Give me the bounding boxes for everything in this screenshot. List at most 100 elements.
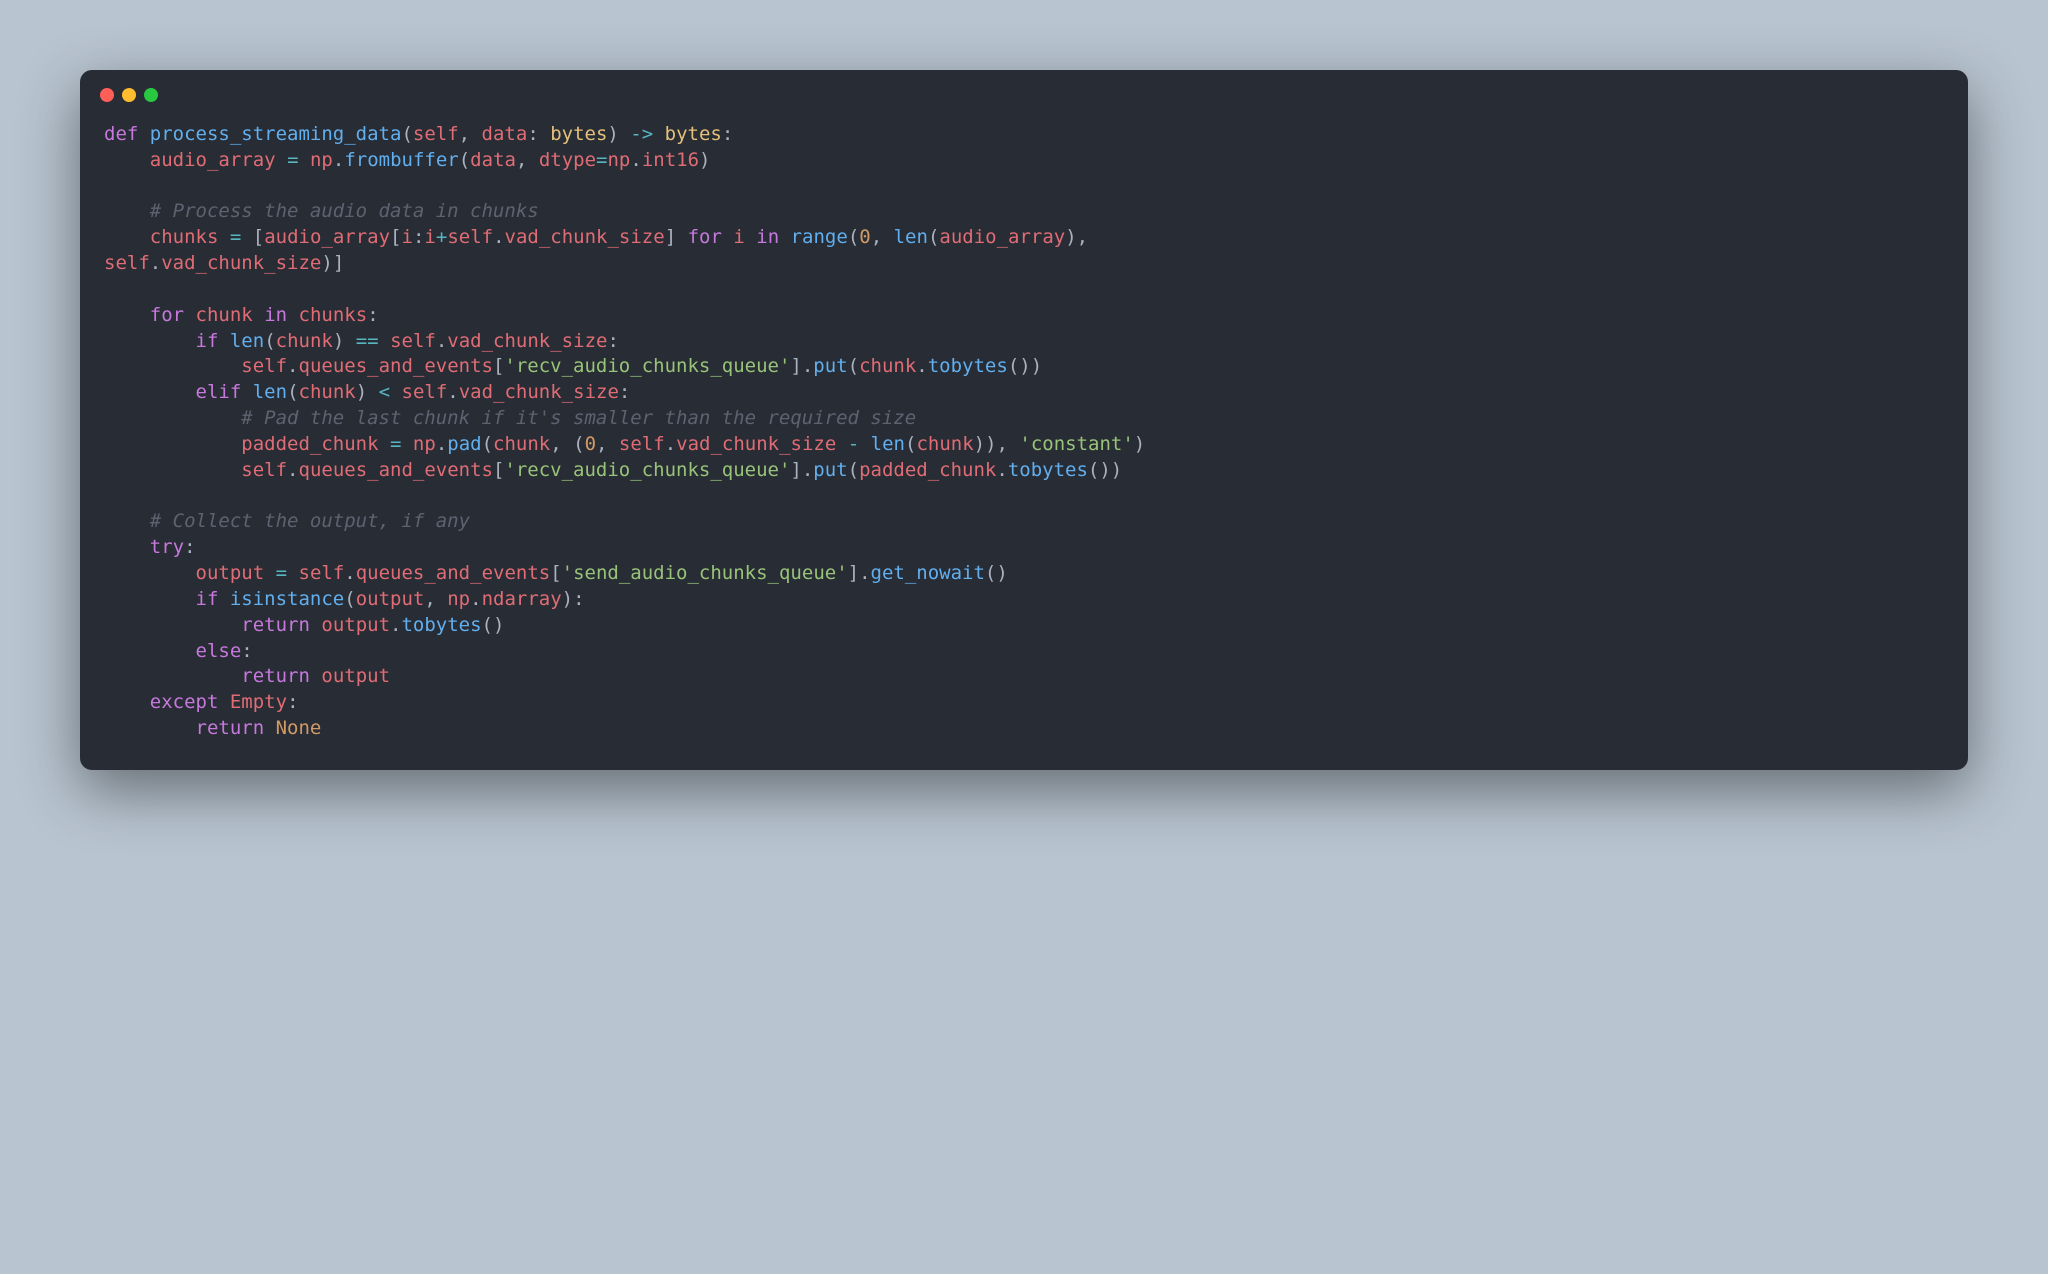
code-token [104,355,241,377]
code-token: frombuffer [344,149,458,171]
code-token: . [996,459,1007,481]
code-token [104,149,150,171]
code-token: 0 [585,433,596,455]
page-background: def process_streaming_data(self, data: b… [0,0,2048,850]
code-token: ( [344,588,355,610]
code-token: ): [562,588,585,610]
code-token: self [402,381,448,403]
code-line: return output [104,665,390,687]
code-token: chunk [299,381,356,403]
code-token: bytes [550,123,607,145]
code-token: elif [196,381,242,403]
code-token: audio_array [150,149,276,171]
code-token: put [813,459,847,481]
code-token: tobytes [928,355,1008,377]
code-token [104,304,150,326]
code-token: . [344,562,355,584]
code-token: np [607,149,630,171]
code-line: padded_chunk = np.pad(chunk, (0, self.va… [104,433,1145,455]
code-token: return [196,717,265,739]
code-token: 'constant' [1019,433,1133,455]
code-token: 'recv_audio_chunks_queue' [504,355,790,377]
code-token [104,200,150,222]
code-token: = [596,149,607,171]
code-token [390,381,401,403]
code-token: self [299,562,345,584]
code-line: if len(chunk) == self.vad_chunk_size: [104,330,619,352]
code-token: [ [493,459,504,481]
code-token: . [916,355,927,377]
code-token: return [241,614,310,636]
code-line: try: [104,536,196,558]
code-token [218,330,229,352]
code-token: data [470,149,516,171]
code-line: elif len(chunk) < self.vad_chunk_size: [104,381,630,403]
code-token: . [436,330,447,352]
code-token: vad_chunk_size [676,433,836,455]
code-token: ]. [790,355,813,377]
code-token: : [607,330,618,352]
code-line: return output.tobytes() [104,614,504,636]
code-token: . [493,226,504,248]
code-line: # Collect the output, if any [104,510,470,532]
code-token: ( [905,433,916,455]
code-token: ( [482,433,493,455]
code-token: i [402,226,413,248]
code-token [745,226,756,248]
code-token: - [848,433,859,455]
code-token: def [104,123,150,145]
code-token: 'recv_audio_chunks_queue' [504,459,790,481]
code-token: queues_and_events [356,562,550,584]
code-token: put [813,355,847,377]
code-token: ( [264,330,275,352]
code-block[interactable]: def process_streaming_data(self, data: b… [80,108,1968,770]
code-token: . [390,614,401,636]
code-line: def process_streaming_data(self, data: b… [104,123,733,145]
code-token [722,226,733,248]
code-token: self [619,433,665,455]
code-token [218,588,229,610]
code-token: , ( [550,433,584,455]
code-token [104,433,241,455]
code-token: self [241,355,287,377]
code-token: len [871,433,905,455]
code-token [184,304,195,326]
code-token: chunk [276,330,333,352]
code-token: queues_and_events [299,355,493,377]
zoom-icon[interactable] [144,88,158,102]
code-token [310,614,321,636]
code-token: 'send_audio_chunks_queue' [562,562,848,584]
code-token: : [722,123,733,145]
code-token: ( [848,226,859,248]
code-token: . [447,381,458,403]
code-line: self.queues_and_events['recv_audio_chunk… [104,459,1122,481]
code-token: )), [974,433,1020,455]
code-token: self [241,459,287,481]
code-token [218,691,229,713]
code-line: return None [104,717,321,739]
minimize-icon[interactable] [122,88,136,102]
code-token: ] [665,226,688,248]
close-icon[interactable] [100,88,114,102]
code-token [104,691,150,713]
code-token [379,433,390,455]
code-token: chunk [493,433,550,455]
code-token: ( [459,149,470,171]
code-token [779,226,790,248]
code-token: -> [630,123,653,145]
code-token [299,149,310,171]
code-token [218,226,229,248]
code-token: ( [848,355,859,377]
code-token: len [253,381,287,403]
code-token: chunk [859,355,916,377]
code-token [104,562,196,584]
code-token: : [241,640,252,662]
code-token: [ [550,562,561,584]
code-token: in [756,226,779,248]
code-token: vad_chunk_size [161,252,321,274]
code-token: except [150,691,219,713]
code-token: get_nowait [871,562,985,584]
code-token [104,407,241,429]
code-token: self [390,330,436,352]
code-token: vad_chunk_size [447,330,607,352]
